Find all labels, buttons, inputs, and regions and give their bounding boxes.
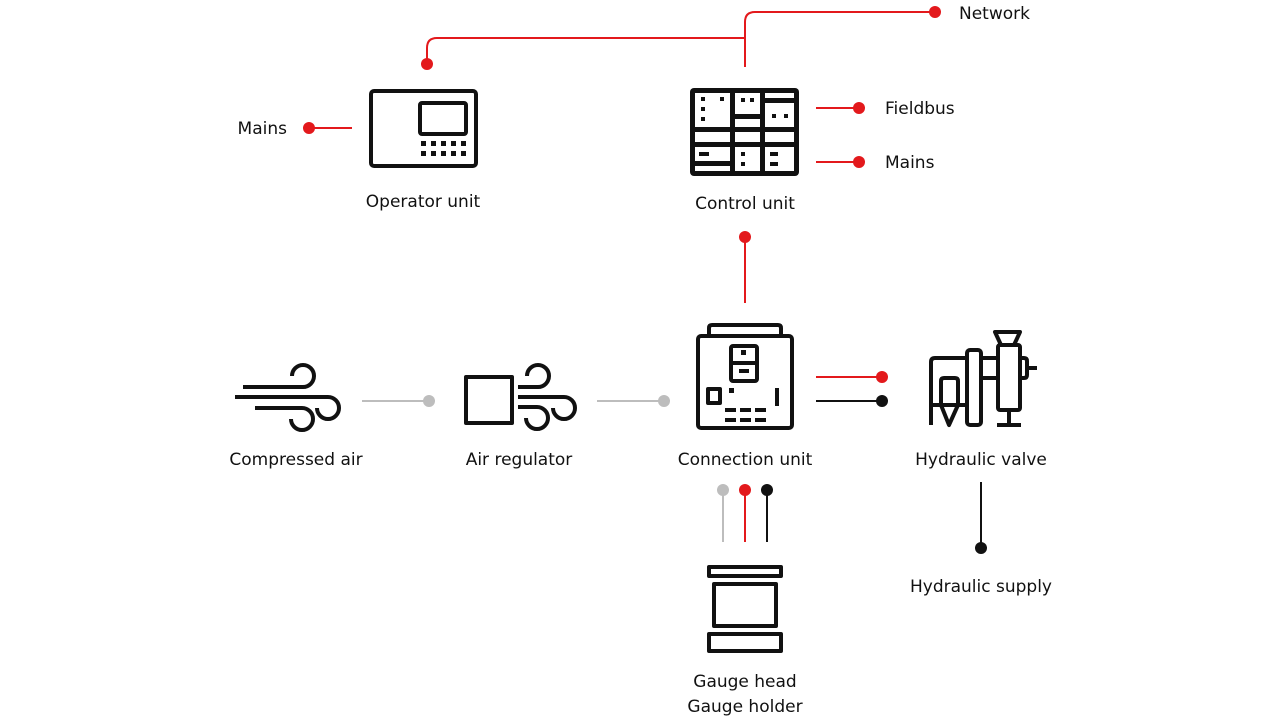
air-regulator-icon: [464, 363, 577, 431]
wire-control-network: [744, 11, 935, 67]
wind-icon: [235, 363, 341, 432]
terminal-label-fieldbus: Fieldbus: [885, 99, 955, 119]
connector-dot-valve-electrical: [876, 371, 888, 383]
node-label-air-regulator: Air regulator: [466, 450, 573, 470]
operator-panel-icon: [369, 89, 478, 168]
hydraulic-valve-icon: [929, 330, 1037, 427]
connector-dot-network: [929, 6, 941, 18]
connections: [303, 6, 987, 554]
connector-dot-valve-hydraulic: [876, 395, 888, 407]
node-label-gauge-holder: Gauge holder: [687, 697, 802, 717]
connector-dot-air-2: [658, 395, 670, 407]
wire-operator-network: [426, 37, 745, 64]
control-cabinet-icon: [690, 88, 799, 176]
connector-dot-operator-mains: [303, 122, 315, 134]
connector-dot-control-mains: [853, 156, 865, 168]
connector-dot-gauge-electrical: [739, 484, 751, 496]
connector-dot-gauge-hydraulic: [761, 484, 773, 496]
terminal-label-network: Network: [959, 4, 1030, 24]
node-label-operator-unit: Operator unit: [366, 192, 481, 212]
connector-dot-air-1: [423, 395, 435, 407]
connector-dot-hydraulic-supply: [975, 542, 987, 554]
connector-dot-operator-network: [421, 58, 433, 70]
system-diagram: Network Mains Operator unit Fieldbus Mai…: [229, 4, 1052, 717]
node-label-connection-unit: Connection unit: [678, 450, 813, 470]
connector-dot-fieldbus: [853, 102, 865, 114]
gauge-icon: [707, 565, 783, 653]
terminal-label-hydraulic-supply: Hydraulic supply: [910, 577, 1052, 597]
terminal-label-control-mains: Mains: [885, 153, 935, 173]
node-label-compressed-air: Compressed air: [229, 450, 362, 470]
node-label-gauge-head: Gauge head: [693, 672, 796, 692]
connection-box-icon: [696, 323, 794, 430]
terminal-label-operator-mains: Mains: [238, 119, 288, 139]
connector-dot-control-connection: [739, 231, 751, 243]
node-label-hydraulic-valve: Hydraulic valve: [915, 450, 1047, 470]
connector-dot-gauge-air: [717, 484, 729, 496]
node-label-control-unit: Control unit: [695, 194, 795, 214]
